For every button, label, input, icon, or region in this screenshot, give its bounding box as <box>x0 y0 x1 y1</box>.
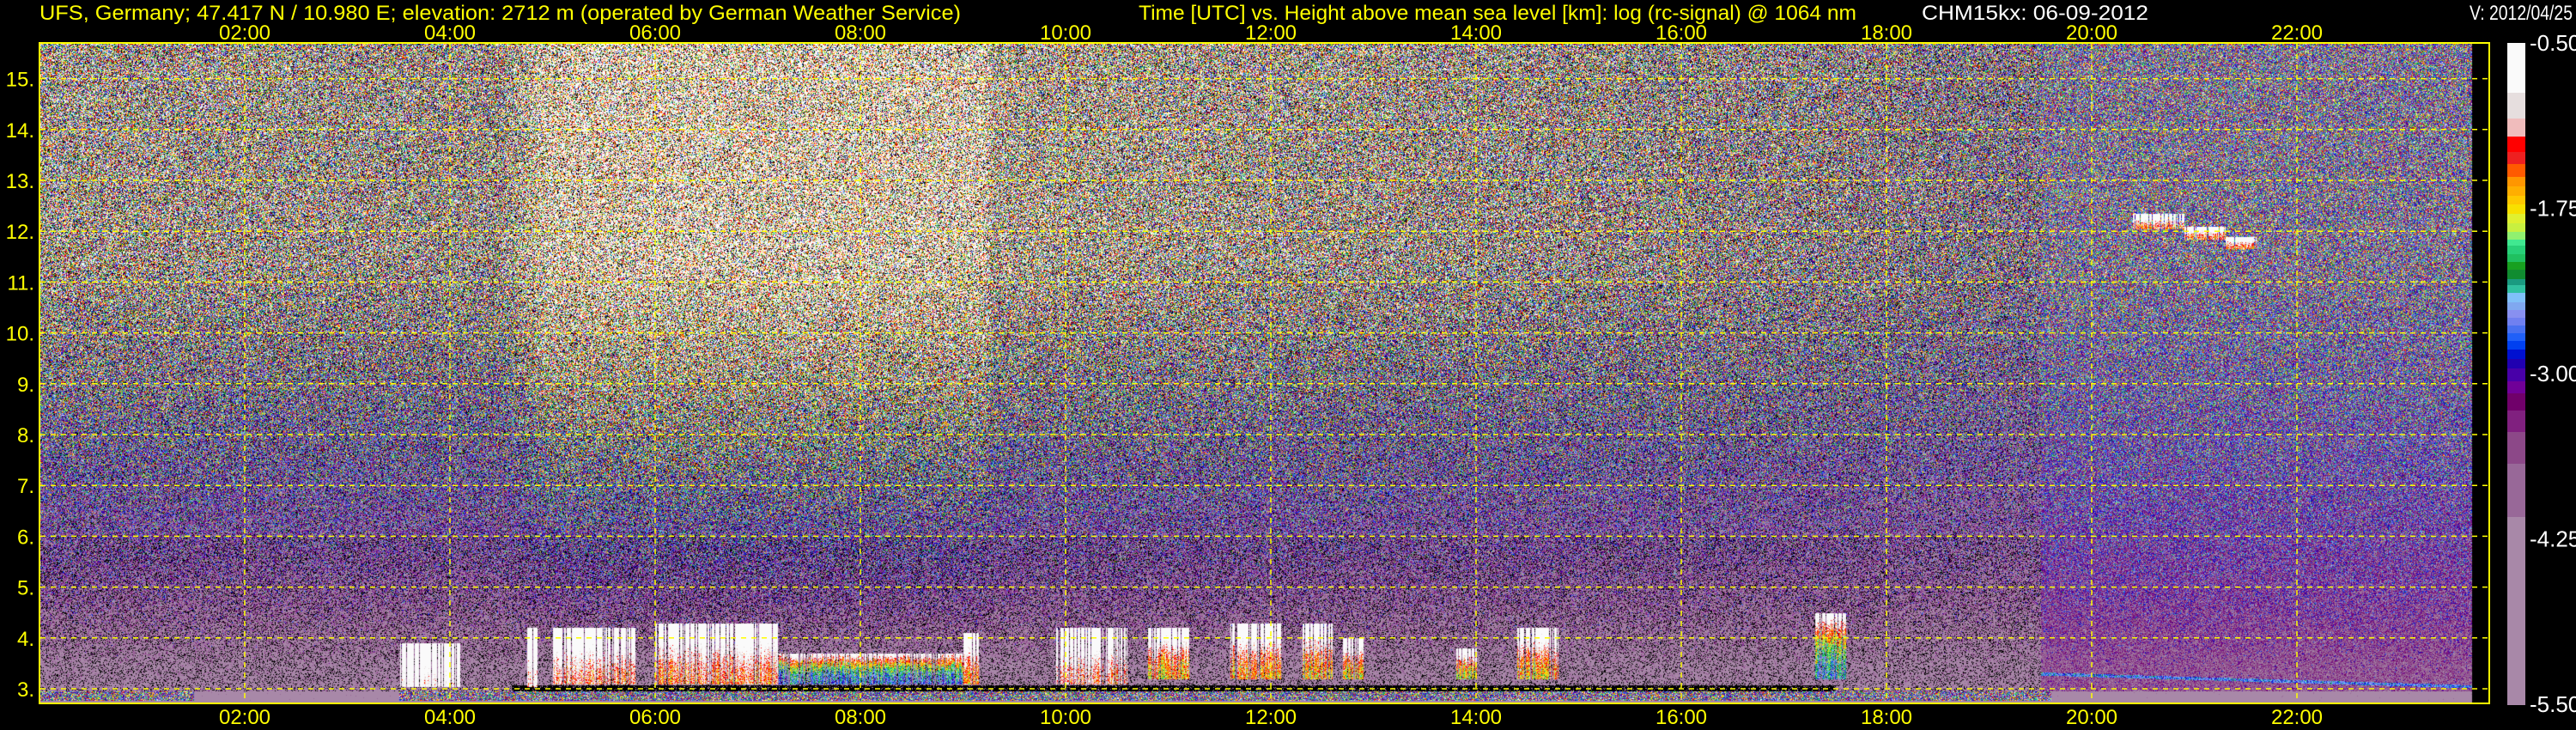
colorbar-tick-label: -3.00 <box>2530 361 2576 386</box>
x-tick-label-bottom: 18:00 <box>1861 706 1912 729</box>
colorbar-tick-label: -0.50 <box>2530 30 2576 56</box>
x-tick-label-bottom: 22:00 <box>2271 706 2323 729</box>
x-tick-label-bottom: 10:00 <box>1040 706 1091 729</box>
x-tick-label-top: 08:00 <box>835 21 886 45</box>
y-tick-label: 3. <box>17 678 34 702</box>
x-tick-label-top: 16:00 <box>1656 21 1707 45</box>
ceilometer-plot: UFS, Germany; 47.417 N / 10.980 E; eleva… <box>0 0 2576 730</box>
colorbar-tick-label: -5.50 <box>2530 691 2576 717</box>
x-tick-label-top: 18:00 <box>1861 21 1912 45</box>
plot-frame <box>39 42 2490 704</box>
y-tick-label: 15. <box>6 69 34 92</box>
y-tick-label: 6. <box>17 526 34 549</box>
y-tick-label: 7. <box>17 475 34 498</box>
x-tick-label-bottom: 02:00 <box>219 706 270 729</box>
x-tick-label-top: 12:00 <box>1245 21 1297 45</box>
colorbar-ticks: -0.50 -1.75 -3.00 -4.25 -5.50 <box>2530 30 2576 717</box>
x-tick-label-top: 02:00 <box>219 21 270 45</box>
version-label: V: 2012/04/25 <box>2470 2 2573 25</box>
y-tick-label: 14. <box>6 119 34 143</box>
y-tick-label: 11. <box>7 271 34 295</box>
y-tick-label: 12. <box>6 221 34 244</box>
y-tick-label: 4. <box>17 628 34 651</box>
y-tick-label: 5. <box>17 577 34 600</box>
y-tick-label: 10. <box>6 323 34 346</box>
station-header: UFS, Germany; 47.417 N / 10.980 E; eleva… <box>39 2 961 25</box>
plot-overlay: UFS, Germany; 47.417 N / 10.980 E; eleva… <box>6 2 2576 729</box>
y-tick-label: 13. <box>6 170 34 193</box>
colorbar-tick-label: -1.75 <box>2530 196 2576 222</box>
x-tick-label-bottom: 06:00 <box>629 706 681 729</box>
grid-lines <box>40 44 2488 703</box>
y-axis-ticks: 3. 4. 5. 6. 7. 8. 9. 10. 11. 12. 13. 14. 15. <box>6 69 34 702</box>
x-tick-label-bottom: 12:00 <box>1245 706 1297 729</box>
y-tick-label: 8. <box>17 424 34 447</box>
x-tick-label-bottom: 08:00 <box>835 706 886 729</box>
colorbar-tick-label: -4.25 <box>2530 526 2576 552</box>
x-tick-label-top: 22:00 <box>2271 21 2323 45</box>
x-tick-label-bottom: 20:00 <box>2066 706 2117 729</box>
x-tick-label-bottom: 04:00 <box>424 706 476 729</box>
x-tick-label-bottom: 16:00 <box>1656 706 1707 729</box>
x-tick-label-bottom: 14:00 <box>1450 706 1502 729</box>
x-tick-label-top: 04:00 <box>424 21 476 45</box>
x-tick-label-top: 06:00 <box>629 21 681 45</box>
x-tick-label-top: 14:00 <box>1450 21 1502 45</box>
y-tick-label: 9. <box>17 374 34 397</box>
x-tick-label-top: 20:00 <box>2066 21 2117 45</box>
x-tick-label-top: 10:00 <box>1040 21 1091 45</box>
